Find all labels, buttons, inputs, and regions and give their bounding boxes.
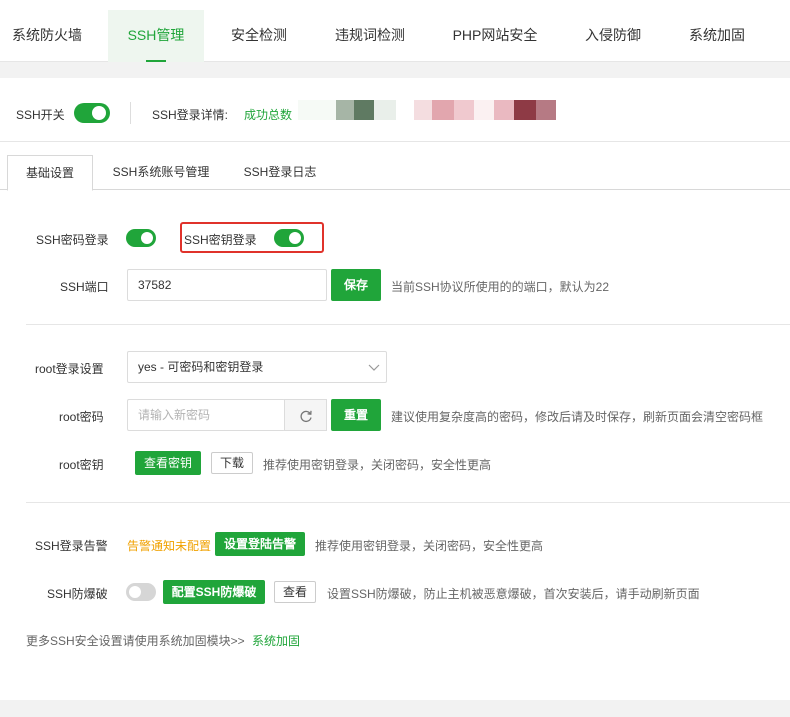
- ssh-management-panel: SSH开关 SSH登录详情: 成功总数 基础设置 SSH系统账号管理 SSH登录…: [0, 78, 790, 700]
- tab-ssh-management[interactable]: SSH管理: [108, 10, 204, 62]
- password-hint: 建议使用复杂度高的密码，修改后请及时保存，刷新页面会清空密码框: [391, 410, 764, 424]
- active-tab-underline: [146, 60, 166, 62]
- port-label: SSH端口: [60, 280, 109, 294]
- view-key-button[interactable]: 查看密钥: [135, 451, 201, 475]
- tab-firewall[interactable]: 系统防火墙: [0, 10, 94, 62]
- refresh-icon: [300, 410, 312, 423]
- root-password-label: root密码: [59, 410, 104, 424]
- root-login-select[interactable]: yes - 可密码和密钥登录: [127, 351, 387, 383]
- key-login-label: SSH密钥登录: [184, 233, 257, 247]
- brute-force-label: SSH防爆破: [47, 587, 108, 601]
- login-detail-label: SSH登录详情:: [152, 108, 229, 122]
- toggle-knob: [129, 586, 141, 598]
- tab-word-check[interactable]: 违规词检测: [322, 10, 418, 62]
- divider: [130, 102, 131, 124]
- alert-hint: 推荐使用密钥登录，关闭密码，安全性更高: [315, 539, 544, 553]
- tab-php-security[interactable]: PHP网站安全: [440, 10, 550, 62]
- tab-ssh-management-label: SSH管理: [127, 27, 185, 43]
- subtab-basic-settings[interactable]: 基础设置: [7, 155, 93, 191]
- reset-password-button[interactable]: 重置: [331, 399, 381, 431]
- toggle-knob: [141, 232, 153, 244]
- port-hint: 当前SSH协议所使用的的端口，默认为22: [391, 280, 610, 294]
- tab-intrusion-defense[interactable]: 入侵防御: [572, 10, 654, 62]
- ssh-switch-toggle[interactable]: [74, 103, 110, 123]
- toggle-knob: [289, 232, 301, 244]
- password-login-label: SSH密码登录: [36, 233, 109, 247]
- configure-brute-force-button[interactable]: 配置SSH防爆破: [163, 580, 265, 604]
- tab-system-hardening[interactable]: 系统加固: [676, 10, 758, 62]
- subtab-account-management[interactable]: SSH系统账号管理: [104, 155, 218, 191]
- login-alert-label: SSH登录告警: [35, 539, 108, 553]
- ssh-switch-label: SSH开关: [16, 108, 65, 122]
- tab-security-check[interactable]: 安全检测: [218, 10, 300, 62]
- key-login-toggle[interactable]: [274, 229, 304, 247]
- password-login-toggle[interactable]: [126, 229, 156, 247]
- section-divider: [26, 324, 790, 325]
- chevron-down-icon: [368, 364, 380, 371]
- sub-tab-bar: 基础设置 SSH系统账号管理 SSH登录日志: [0, 155, 790, 191]
- save-port-button[interactable]: 保存: [331, 269, 381, 301]
- root-password-input[interactable]: 请输入新密码: [127, 399, 285, 431]
- ssh-status-row: SSH开关 SSH登录详情: 成功总数: [0, 78, 790, 142]
- download-key-button[interactable]: 下载: [211, 452, 253, 474]
- subtab-login-log[interactable]: SSH登录日志: [232, 155, 328, 191]
- set-login-alert-button[interactable]: 设置登陆告警: [215, 532, 305, 556]
- brute-force-hint: 设置SSH防爆破，防止主机被恶意爆破，首次安装后，请手动刷新页面: [327, 587, 700, 601]
- port-input[interactable]: 37582: [127, 269, 327, 301]
- root-key-label: root密钥: [59, 458, 104, 472]
- login-success-count: 成功总数: [244, 108, 293, 122]
- top-tab-bar: 系统防火墙 SSH管理 安全检测 违规词检测 PHP网站安全 入侵防御 系统加固: [0, 0, 790, 62]
- brute-force-toggle[interactable]: [126, 583, 156, 601]
- alert-status-text: 告警通知未配置: [127, 539, 212, 553]
- system-hardening-link[interactable]: 系统加固: [252, 632, 300, 649]
- footer-note: 更多SSH安全设置请使用系统加固模块>>: [26, 634, 245, 648]
- root-login-select-value: yes - 可密码和密钥登录: [138, 360, 264, 374]
- view-brute-force-button[interactable]: 查看: [274, 581, 316, 603]
- section-divider: [26, 502, 790, 503]
- toggle-knob: [92, 106, 106, 120]
- key-hint: 推荐使用密钥登录，关闭密码，安全性更高: [263, 458, 492, 472]
- generate-password-button[interactable]: [284, 399, 327, 431]
- root-login-setting-label: root登录设置: [35, 362, 104, 376]
